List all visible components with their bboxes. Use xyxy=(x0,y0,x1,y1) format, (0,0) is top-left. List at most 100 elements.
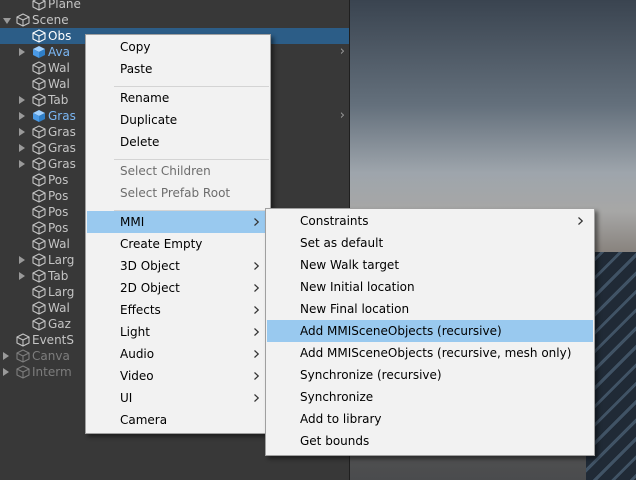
menu-item[interactable]: New Final location xyxy=(267,298,593,320)
menu-item[interactable]: Camera xyxy=(87,409,269,431)
prefab-cube-icon xyxy=(32,45,46,59)
foldout-closed-icon[interactable] xyxy=(19,128,25,136)
menu-item[interactable]: MMI xyxy=(87,211,269,233)
hierarchy-row-label: Pos xyxy=(48,221,69,235)
hierarchy-row-label: Scene xyxy=(32,13,69,27)
gameobject-cube-icon xyxy=(32,61,46,75)
gameobject-cube-icon xyxy=(32,173,46,187)
menu-item-label: 2D Object xyxy=(120,281,180,295)
chevron-right-icon xyxy=(254,372,259,380)
hierarchy-row-label: Larg xyxy=(48,285,75,299)
gameobject-cube-icon xyxy=(16,365,30,379)
chevron-right-icon xyxy=(254,328,259,336)
menu-item-label: Get bounds xyxy=(300,434,370,448)
menu-item-label: Select Prefab Root xyxy=(120,186,231,200)
menu-item-label: New Final location xyxy=(300,302,410,316)
foldout-closed-icon[interactable] xyxy=(19,96,25,104)
hierarchy-row-label: EventS xyxy=(32,333,74,347)
menu-item: Select Prefab Root xyxy=(87,182,269,204)
gameobject-cube-icon xyxy=(32,141,46,155)
menu-item[interactable]: Video xyxy=(87,365,269,387)
foldout-closed-icon[interactable] xyxy=(19,112,25,120)
menu-item[interactable]: New Initial location xyxy=(267,276,593,298)
menu-item[interactable]: Add MMISceneObjects (recursive) xyxy=(267,320,593,342)
expand-children-icon[interactable]: › xyxy=(340,108,345,124)
hierarchy-row-label: Gaz xyxy=(48,317,71,331)
expand-children-icon[interactable]: › xyxy=(340,44,345,60)
menu-item-label: Copy xyxy=(120,40,151,54)
gameobject-cube-icon xyxy=(16,13,30,27)
hierarchy-row-label: Pos xyxy=(48,173,69,187)
hierarchy-row-label: Wal xyxy=(48,301,70,315)
hierarchy-row-label: Obs xyxy=(48,29,72,43)
hierarchy-row-label: Pos xyxy=(48,189,69,203)
hierarchy-row-label: Interm xyxy=(32,365,72,379)
menu-item[interactable]: Light xyxy=(87,321,269,343)
gameobject-cube-icon xyxy=(32,93,46,107)
gameobject-cube-icon xyxy=(32,157,46,171)
menu-item[interactable]: Rename xyxy=(87,87,269,109)
menu-item-label: Camera xyxy=(120,413,168,427)
menu-item-label: Add to library xyxy=(300,412,382,426)
chevron-right-icon xyxy=(254,350,259,358)
menu-item[interactable]: Synchronize (recursive) xyxy=(267,364,593,386)
menu-item-label: Select Children xyxy=(120,164,211,178)
hierarchy-row-label: Wal xyxy=(48,61,70,75)
hierarchy-row-label: Larg xyxy=(48,253,75,267)
foldout-open-icon[interactable] xyxy=(3,18,11,24)
gameobject-cube-icon xyxy=(32,301,46,315)
menu-item[interactable]: Effects xyxy=(87,299,269,321)
menu-item-label: Add MMISceneObjects (recursive) xyxy=(300,324,502,338)
gameobject-cube-icon xyxy=(32,269,46,283)
chevron-right-icon xyxy=(254,306,259,314)
hierarchy-row-label: Gras xyxy=(48,109,76,123)
menu-item[interactable]: Duplicate xyxy=(87,109,269,131)
foldout-closed-icon[interactable] xyxy=(3,352,9,360)
menu-item[interactable]: Get bounds xyxy=(267,430,593,452)
menu-item[interactable]: Set as default xyxy=(267,232,593,254)
menu-item[interactable]: Delete xyxy=(87,131,269,153)
foldout-closed-icon[interactable] xyxy=(19,272,25,280)
gameobject-cube-icon xyxy=(32,285,46,299)
menu-item[interactable]: 2D Object xyxy=(87,277,269,299)
menu-item-label: Audio xyxy=(120,347,155,361)
chevron-right-icon xyxy=(254,218,259,226)
menu-item-label: MMI xyxy=(120,215,145,229)
menu-item[interactable]: 3D Object xyxy=(87,255,269,277)
menu-item-label: Synchronize (recursive) xyxy=(300,368,442,382)
menu-item[interactable]: Constraints xyxy=(267,210,593,232)
menu-item-label: Create Empty xyxy=(120,237,203,251)
foldout-closed-icon[interactable] xyxy=(19,160,25,168)
hierarchy-row-label: Plane xyxy=(48,0,81,11)
menu-item-label: Set as default xyxy=(300,236,384,250)
foldout-closed-icon[interactable] xyxy=(3,368,9,376)
chevron-right-icon xyxy=(578,217,583,225)
menu-item[interactable]: Create Empty xyxy=(87,233,269,255)
menu-item[interactable]: Add to library xyxy=(267,408,593,430)
menu-item[interactable]: New Walk target xyxy=(267,254,593,276)
gameobject-cube-icon xyxy=(32,125,46,139)
foldout-closed-icon[interactable] xyxy=(19,48,25,56)
hierarchy-row-label: Gras xyxy=(48,125,76,139)
menu-item[interactable]: UI xyxy=(87,387,269,409)
menu-item[interactable]: Paste xyxy=(87,58,269,80)
hierarchy-row-label: Tab xyxy=(48,269,69,283)
hierarchy-row[interactable]: Plane xyxy=(0,0,349,12)
menu-item[interactable]: Audio xyxy=(87,343,269,365)
gameobject-cube-icon xyxy=(32,253,46,267)
menu-item-label: Video xyxy=(120,369,154,383)
menu-item[interactable]: Copy xyxy=(87,36,269,58)
gameobject-cube-icon xyxy=(32,205,46,219)
hierarchy-row-label: Ava xyxy=(48,45,70,59)
foldout-closed-icon[interactable] xyxy=(19,256,25,264)
hierarchy-row[interactable]: Scene xyxy=(0,12,349,28)
gameobject-cube-icon xyxy=(32,0,46,11)
menu-item-label: Effects xyxy=(120,303,161,317)
menu-item[interactable]: Add MMISceneObjects (recursive, mesh onl… xyxy=(267,342,593,364)
chevron-right-icon xyxy=(254,262,259,270)
foldout-closed-icon[interactable] xyxy=(19,144,25,152)
menu-item-label: Paste xyxy=(120,62,153,76)
menu-item[interactable]: Synchronize xyxy=(267,386,593,408)
gameobject-cube-icon xyxy=(16,349,30,363)
gameobject-cube-icon xyxy=(32,317,46,331)
